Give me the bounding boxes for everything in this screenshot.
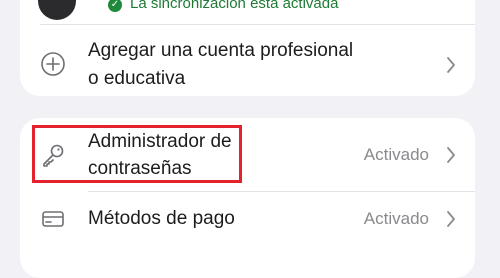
check-icon: ✓ bbox=[108, 0, 122, 12]
add-account-label-line2: o educativa bbox=[88, 68, 186, 89]
divider bbox=[40, 24, 475, 25]
chevron-right-icon bbox=[447, 57, 455, 73]
payment-methods-row[interactable]: Métodos de pago Activado bbox=[20, 192, 475, 248]
password-manager-row[interactable]: Administrador de contraseñas Activado bbox=[20, 118, 475, 192]
card-icon bbox=[42, 211, 64, 227]
sync-status-text: La sincronización está activada bbox=[130, 0, 339, 12]
avatar[interactable] bbox=[38, 0, 76, 20]
settings-card: Administrador de contraseñas Activado Mé… bbox=[20, 118, 475, 278]
payment-methods-label: Métodos de pago bbox=[88, 208, 235, 229]
password-manager-label-line2: contraseñas bbox=[88, 158, 192, 179]
chevron-right-icon bbox=[447, 147, 455, 163]
add-work-account-row[interactable]: Agregar una cuenta profesional o educati… bbox=[20, 34, 475, 94]
chevron-right-icon bbox=[447, 211, 455, 227]
payment-methods-status: Activado bbox=[363, 209, 429, 228]
add-account-label-line1: Agregar una cuenta profesional bbox=[88, 40, 354, 61]
key-icon bbox=[43, 144, 64, 167]
password-manager-status: Activado bbox=[363, 145, 429, 164]
account-card: ✓ La sincronización está activada Agrega… bbox=[20, 0, 475, 96]
sync-status-row: ✓ La sincronización está activada bbox=[20, 0, 475, 22]
password-manager-label-line1: Administrador de bbox=[88, 131, 232, 152]
plus-circle-icon bbox=[41, 52, 65, 76]
